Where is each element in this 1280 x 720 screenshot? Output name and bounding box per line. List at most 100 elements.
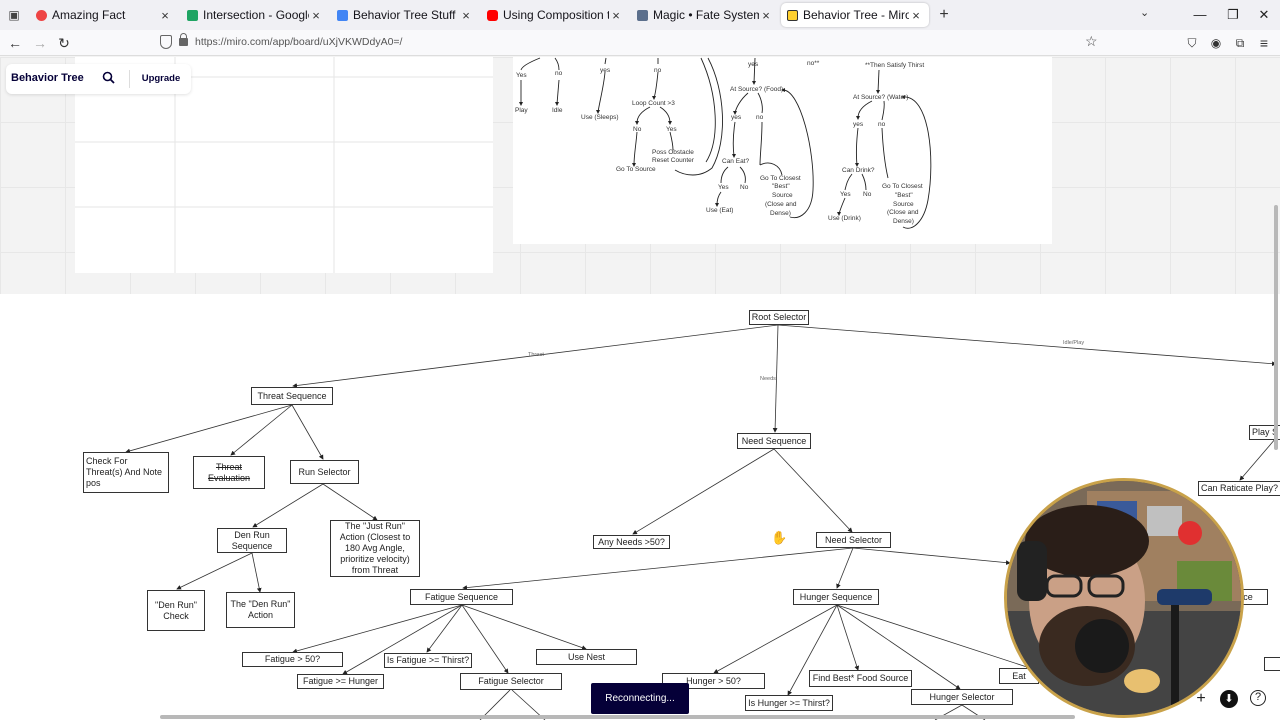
tab-miro-active[interactable]: Behavior Tree - Miro × xyxy=(781,3,929,27)
browser-tab-bar: ▣ Amazing Fact × Intersection - Google S… xyxy=(0,0,1280,30)
find-food-source-node[interactable]: Find Best* Food Source xyxy=(809,670,912,687)
forward-icon[interactable]: → xyxy=(30,33,50,53)
sketch-label: Yes xyxy=(666,126,677,133)
vertical-scrollbar[interactable] xyxy=(1274,205,1278,450)
close-tab-icon[interactable]: × xyxy=(759,8,773,23)
tab-amazing-fact[interactable]: Amazing Fact × xyxy=(30,3,178,27)
sketch-label: "Best" xyxy=(772,183,790,190)
help-icon[interactable]: ? xyxy=(1250,690,1266,706)
fatigue-vs-thirst-node[interactable]: Is Fatigue >= Thirst? xyxy=(384,653,472,668)
sketch-label: Can Drink? xyxy=(842,167,875,174)
fatigue-sequence-node[interactable]: Fatigue Sequence xyxy=(410,589,513,605)
lock-icon[interactable] xyxy=(179,33,188,46)
den-run-action-node[interactable]: The "Den Run" Action xyxy=(226,592,295,628)
sketch-label: Go To Closest xyxy=(760,175,801,182)
screen: ▣ Amazing Fact × Intersection - Google S… xyxy=(0,0,1280,720)
sketch-label: Go To Source xyxy=(616,166,656,173)
download-arrow-icon[interactable]: ⬇ xyxy=(1220,690,1238,708)
sketch-label: At Source? (Food) xyxy=(730,86,784,93)
fatigue-over-50-node[interactable]: Fatigue > 50? xyxy=(242,652,343,667)
fatigue-vs-hunger-node[interactable]: Fatigue >= Hunger xyxy=(297,674,384,689)
hunger-vs-thirst-node[interactable]: Is Hunger >= Thirst? xyxy=(745,695,833,711)
sketch-label: Source xyxy=(893,201,914,208)
sketch-label: Can Eat? xyxy=(722,158,750,165)
page-favicon-icon xyxy=(637,9,648,21)
tab-list-icon[interactable]: ▣ xyxy=(4,5,24,25)
account-icon[interactable]: ◉ xyxy=(1206,33,1226,53)
any-needs-node[interactable]: Any Needs >50? xyxy=(593,535,670,549)
tab-magic-fate[interactable]: Magic • Fate System Toolkit × xyxy=(631,3,779,27)
sketch-label: no xyxy=(878,121,886,128)
url-text[interactable]: https://miro.com/app/board/uXjVKWDdyA0=/ xyxy=(195,36,402,48)
hunger-selector-node[interactable]: Hunger Selector xyxy=(911,689,1013,705)
tracking-protection-icon[interactable] xyxy=(160,35,172,49)
sketch-label: yes xyxy=(731,114,742,121)
tab-title: Behavior Tree Stuff - Google Do xyxy=(353,8,459,22)
sketch-label: Go To Closest xyxy=(882,183,923,190)
sketch-label: Reset Counter xyxy=(652,157,694,164)
address-bar[interactable]: https://miro.com/app/board/uXjVKWDdyA0=/… xyxy=(155,33,1105,53)
sketch-label: yes xyxy=(600,67,611,74)
new-tab-icon[interactable]: + xyxy=(935,5,953,25)
tab-google-docs[interactable]: Behavior Tree Stuff - Google Do × xyxy=(331,3,479,27)
tab-google-sheets[interactable]: Intersection - Google Sheets × xyxy=(181,3,329,27)
threat-evaluation-node[interactable]: Threat Evaluation xyxy=(193,456,265,489)
edge-label-idle: Idle/Play xyxy=(1063,340,1085,346)
check-threat-node[interactable]: Check For Threat(s) And Note pos xyxy=(83,452,169,493)
toolbar-divider xyxy=(129,70,130,88)
sketch-label: Use (Sleeps) xyxy=(581,114,619,121)
sheets-favicon-icon xyxy=(187,9,198,21)
extensions-icon[interactable]: ⧉ xyxy=(1230,33,1250,53)
back-icon[interactable]: ← xyxy=(5,33,25,53)
use-nest-node[interactable]: Use Nest xyxy=(536,649,637,665)
minimize-icon[interactable]: — xyxy=(1190,5,1210,25)
den-run-sequence-node[interactable]: Den Run Sequence xyxy=(217,528,287,553)
sketch-label: yes xyxy=(748,61,759,68)
close-tab-icon[interactable]: × xyxy=(459,8,473,23)
close-tab-icon[interactable]: × xyxy=(909,8,923,23)
can-raticate-play-node[interactable]: Can Raticate Play? xyxy=(1198,481,1280,496)
sketch-label: (Close and xyxy=(765,201,797,208)
sketch-label: No xyxy=(740,184,749,191)
close-tab-icon[interactable]: × xyxy=(309,8,323,23)
restore-icon[interactable]: ❐ xyxy=(1223,5,1243,25)
sketch-label: Source xyxy=(772,192,793,199)
miro-board-header: Behavior Tree Upgrade xyxy=(6,64,191,94)
run-selector-node[interactable]: Run Selector xyxy=(290,460,359,484)
root-selector-node[interactable]: Root Selector xyxy=(749,310,809,325)
reload-icon[interactable]: ↻ xyxy=(54,33,74,53)
fatigue-selector-node[interactable]: Fatigue Selector xyxy=(460,673,562,690)
docs-favicon-icon xyxy=(337,9,348,21)
tab-title: Amazing Fact xyxy=(52,8,126,22)
window-close-icon[interactable]: ✕ xyxy=(1254,5,1274,25)
board-name[interactable]: Behavior Tree xyxy=(11,72,84,84)
close-tab-icon[interactable]: × xyxy=(609,8,623,23)
sketch-label: no xyxy=(756,114,764,121)
bookmark-star-icon[interactable]: ☆ xyxy=(1085,33,1098,50)
partial-node-edge[interactable] xyxy=(1264,657,1280,671)
menu-icon[interactable]: ≡ xyxy=(1254,33,1274,53)
tab-favicon-icon xyxy=(36,9,47,21)
sketch-label: yes xyxy=(853,121,864,128)
sketch-label: no** xyxy=(807,60,820,67)
hunger-sequence-node[interactable]: Hunger Sequence xyxy=(793,589,879,605)
search-icon[interactable] xyxy=(102,71,115,84)
need-sequence-node[interactable]: Need Sequence xyxy=(737,433,811,449)
close-tab-icon[interactable]: × xyxy=(158,8,172,23)
den-run-check-node[interactable]: "Den Run" Check xyxy=(147,590,205,631)
tab-youtube[interactable]: Using Composition to Make Mo × xyxy=(481,3,629,27)
upgrade-button[interactable]: Upgrade xyxy=(138,69,184,89)
sketch-label: Yes xyxy=(516,72,527,79)
sketch-label: Use (Eat) xyxy=(706,207,734,214)
edge-label-needs: Needs xyxy=(760,376,776,382)
sketch-label: At Source? (Water) xyxy=(853,94,909,101)
hand-cursor-icon: ✋ xyxy=(771,530,788,545)
need-selector-node[interactable]: Need Selector xyxy=(816,532,891,548)
threat-sequence-node[interactable]: Threat Sequence xyxy=(251,387,333,405)
plus-icon[interactable]: + xyxy=(1192,690,1210,708)
pocket-icon[interactable]: ⛉ xyxy=(1182,33,1202,53)
just-run-action-node[interactable]: The "Just Run" Action (Closest to 180 Av… xyxy=(330,520,420,577)
miro-favicon-icon xyxy=(787,9,798,21)
horizontal-scrollbar[interactable] xyxy=(160,715,1075,719)
list-all-tabs-icon[interactable]: ⌄ xyxy=(1140,6,1149,19)
